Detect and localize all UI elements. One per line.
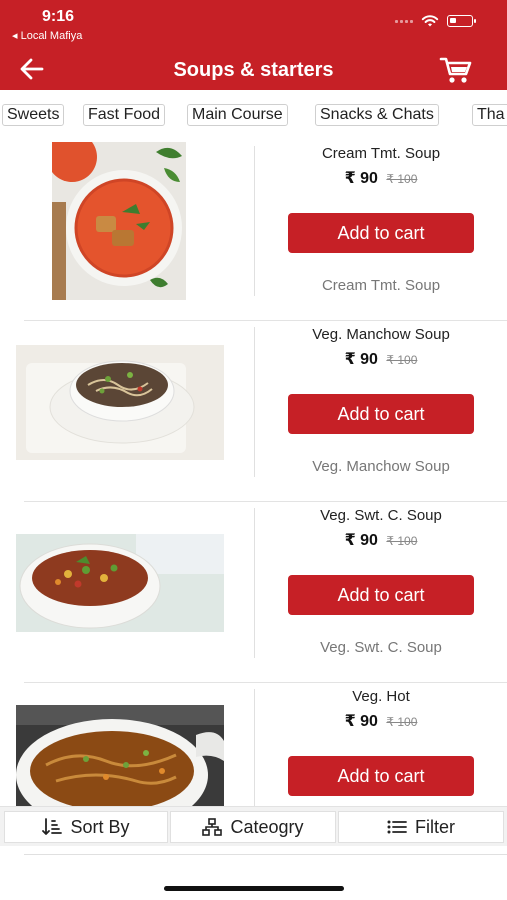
divider xyxy=(24,854,507,855)
item-name: Cream Tmt. Soup xyxy=(321,145,441,162)
category-button[interactable]: Cateogry xyxy=(170,811,336,843)
bottom-action-bar: Sort By Cateogry Filter xyxy=(0,806,507,846)
item-name: Veg. Swt. C. Soup xyxy=(320,507,442,524)
back-to-app-link[interactable]: ◂ Local Mafiya xyxy=(12,29,82,42)
item-subtitle: Cream Tmt. Soup xyxy=(321,277,441,294)
page-title: Soups & starters xyxy=(173,59,334,81)
home-indicator[interactable] xyxy=(164,886,344,891)
category-tabs: Sweets Fast Food Main Course Snacks & Ch… xyxy=(0,100,507,130)
product-image xyxy=(16,345,224,460)
item-subtitle: Veg. Swt. C. Soup xyxy=(320,639,442,656)
sort-by-button[interactable]: Sort By xyxy=(4,811,168,843)
item-price: ₹ 90 xyxy=(344,532,378,549)
category-tab-snacks-chats[interactable]: Snacks & Chats xyxy=(315,104,439,126)
divider xyxy=(254,689,255,808)
product-image xyxy=(16,534,224,632)
category-label: Cateogry xyxy=(230,816,304,837)
item-price: ₹ 90 xyxy=(344,351,378,368)
product-image xyxy=(16,705,224,808)
wifi-icon xyxy=(421,15,439,27)
category-tab-main-course[interactable]: Main Course xyxy=(187,104,288,126)
item-name: Veg. Hot xyxy=(352,688,410,705)
price-row: ₹ 90 ₹ 100 xyxy=(262,349,500,369)
category-tab-fast-food[interactable]: Fast Food xyxy=(83,104,166,126)
status-time: 9:16 xyxy=(42,8,75,25)
add-to-cart-button[interactable]: Add to cart xyxy=(288,756,474,796)
item-name: Veg. Manchow Soup xyxy=(312,326,450,343)
divider xyxy=(254,508,255,658)
sort-icon xyxy=(42,818,63,835)
item-old-price: ₹ 100 xyxy=(386,353,418,367)
add-to-cart-button[interactable]: Add to cart xyxy=(288,575,474,615)
price-row: ₹ 90 ₹ 100 xyxy=(262,711,500,731)
item-old-price: ₹ 100 xyxy=(386,715,418,729)
filter-list-icon xyxy=(387,820,407,834)
list-item: Veg. Manchow Soup ₹ 90 ₹ 100 Add to cart… xyxy=(0,321,507,502)
divider xyxy=(254,146,255,296)
list-item: Cream Tmt. Soup ₹ 90 ₹ 100 Add to cart C… xyxy=(0,140,507,321)
hierarchy-icon xyxy=(202,818,223,836)
item-old-price: ₹ 100 xyxy=(386,172,418,186)
divider xyxy=(254,327,255,477)
sort-by-label: Sort By xyxy=(70,816,130,837)
signal-icon xyxy=(395,19,413,23)
add-to-cart-button[interactable]: Add to cart xyxy=(288,213,474,253)
price-row: ₹ 90 ₹ 100 xyxy=(262,168,500,188)
category-tab-thali[interactable]: Tha xyxy=(472,104,507,126)
filter-button[interactable]: Filter xyxy=(338,811,504,843)
add-to-cart-button[interactable]: Add to cart xyxy=(288,394,474,434)
list-item: Veg. Hot ₹ 90 ₹ 100 Add to cart xyxy=(0,683,507,808)
price-row: ₹ 90 ₹ 100 xyxy=(262,530,500,550)
item-price: ₹ 90 xyxy=(344,713,378,730)
item-subtitle: Veg. Manchow Soup xyxy=(312,458,450,475)
item-old-price: ₹ 100 xyxy=(386,534,418,548)
battery-icon xyxy=(447,15,476,27)
item-price: ₹ 90 xyxy=(344,170,378,187)
app-header: 9:16 ◂ Local Mafiya Soups & starters xyxy=(0,0,507,90)
product-list[interactable]: Cream Tmt. Soup ₹ 90 ₹ 100 Add to cart C… xyxy=(0,140,507,808)
product-image xyxy=(52,142,186,300)
filter-label: Filter xyxy=(415,816,455,837)
cart-icon[interactable] xyxy=(439,55,473,85)
status-icons xyxy=(395,14,476,28)
list-item: Veg. Swt. C. Soup ₹ 90 ₹ 100 Add to cart… xyxy=(0,502,507,683)
category-tab-sweets[interactable]: Sweets xyxy=(2,104,65,126)
